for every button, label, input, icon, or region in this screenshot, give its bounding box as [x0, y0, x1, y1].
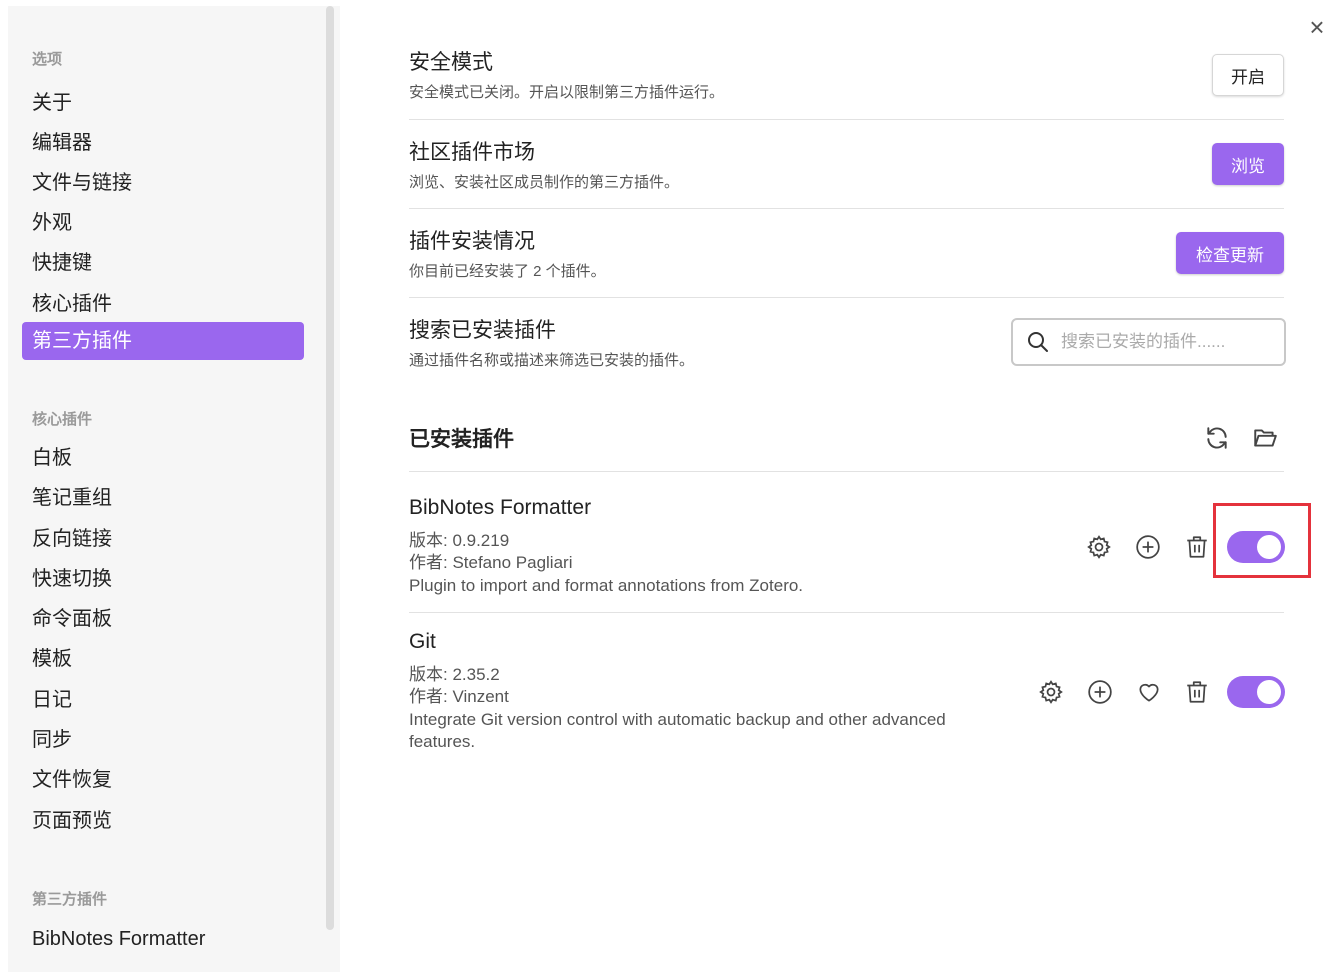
search-installed-desc: 通过插件名称或描述来筛选已安装的插件。	[409, 352, 695, 369]
safe-mode-button[interactable]: 开启	[1212, 54, 1284, 96]
sidebar-item-file-recovery[interactable]: 文件恢复	[22, 761, 304, 799]
divider	[409, 471, 1284, 472]
gear-icon[interactable]	[1084, 532, 1114, 562]
sidebar-item-templates[interactable]: 模板	[22, 640, 304, 678]
search-installed-title: 搜索已安装插件	[409, 319, 556, 342]
divider	[409, 297, 1284, 298]
community-title: 社区插件市场	[409, 141, 535, 164]
reload-icon[interactable]	[1202, 423, 1232, 453]
sidebar-item-editor[interactable]: 编辑器	[22, 124, 304, 162]
sidebar-item-note-composer[interactable]: 笔记重组	[22, 479, 304, 517]
gear-icon[interactable]	[1036, 677, 1066, 707]
sidebar-item-daily-notes[interactable]: 日记	[22, 681, 304, 719]
plugin-description: Plugin to import and format annotations …	[409, 576, 804, 595]
sidebar-item-canvas[interactable]: 白板	[22, 439, 304, 477]
trash-icon[interactable]	[1182, 532, 1212, 562]
plugin-enable-toggle[interactable]	[1227, 531, 1285, 563]
sidebar-heading-core: 核心插件	[32, 411, 93, 428]
sidebar-item-bibnotes[interactable]: BibNotes Formatter	[22, 920, 304, 958]
installed-status-desc: 你目前已经安装了 2 个插件。	[409, 263, 606, 280]
add-hotkey-icon[interactable]	[1085, 677, 1115, 707]
sidebar-heading-options: 选项	[32, 51, 63, 68]
sidebar-item-page-preview[interactable]: 页面预览	[22, 802, 304, 840]
settings-sidebar: 选项 关于 编辑器 文件与链接 外观 快捷键 核心插件 第三方插件 核心插件 白…	[8, 6, 340, 972]
search-input[interactable]	[1059, 331, 1263, 353]
divider	[409, 612, 1284, 613]
sidebar-item-files-links[interactable]: 文件与链接	[22, 164, 304, 202]
plugin-author: 作者: Vinzent	[409, 687, 509, 706]
sidebar-item-core-plugins[interactable]: 核心插件	[22, 285, 304, 323]
sidebar-item-appearance[interactable]: 外观	[22, 204, 304, 242]
plugin-enable-toggle[interactable]	[1227, 676, 1285, 708]
safe-mode-title: 安全模式	[409, 51, 493, 74]
divider	[409, 208, 1284, 209]
sidebar-item-hotkeys[interactable]: 快捷键	[22, 244, 304, 282]
divider	[409, 119, 1284, 120]
plugin-name: Git	[409, 630, 436, 653]
sidebar-item-sync[interactable]: 同步	[22, 721, 304, 759]
toggle-knob	[1257, 535, 1281, 559]
community-desc: 浏览、安装社区成员制作的第三方插件。	[409, 174, 680, 191]
open-folder-icon[interactable]	[1250, 423, 1280, 453]
browse-button[interactable]: 浏览	[1212, 143, 1284, 185]
sidebar-item-community-plugins[interactable]: 第三方插件	[22, 322, 304, 360]
trash-icon[interactable]	[1182, 677, 1212, 707]
plugin-version: 版本: 0.9.219	[409, 531, 510, 550]
search-box[interactable]	[1011, 318, 1286, 366]
sidebar-heading-community: 第三方插件	[32, 891, 108, 908]
heart-icon[interactable]	[1134, 677, 1164, 707]
toggle-knob	[1257, 680, 1281, 704]
plugin-version: 版本: 2.35.2	[409, 665, 500, 684]
installed-status-title: 插件安装情况	[409, 230, 535, 253]
sidebar-item-quick-switcher[interactable]: 快速切换	[22, 560, 304, 598]
sidebar-scrollbar[interactable]	[326, 6, 334, 930]
plugin-name: BibNotes Formatter	[409, 496, 592, 519]
plugin-author: 作者: Stefano Pagliari	[409, 553, 573, 572]
close-icon[interactable]: ×	[1304, 14, 1330, 40]
installed-plugins-title: 已安装插件	[409, 428, 514, 451]
plugin-description: Integrate Git version control with autom…	[409, 710, 946, 751]
sidebar-item-backlinks[interactable]: 反向链接	[22, 520, 304, 558]
sidebar-item-command-palette[interactable]: 命令面板	[22, 600, 304, 638]
check-updates-button[interactable]: 检查更新	[1176, 232, 1284, 274]
add-hotkey-icon[interactable]	[1133, 532, 1163, 562]
safe-mode-desc: 安全模式已关闭。开启以限制第三方插件运行。	[409, 84, 725, 101]
sidebar-item-about[interactable]: 关于	[22, 84, 304, 122]
search-icon	[1028, 332, 1048, 352]
